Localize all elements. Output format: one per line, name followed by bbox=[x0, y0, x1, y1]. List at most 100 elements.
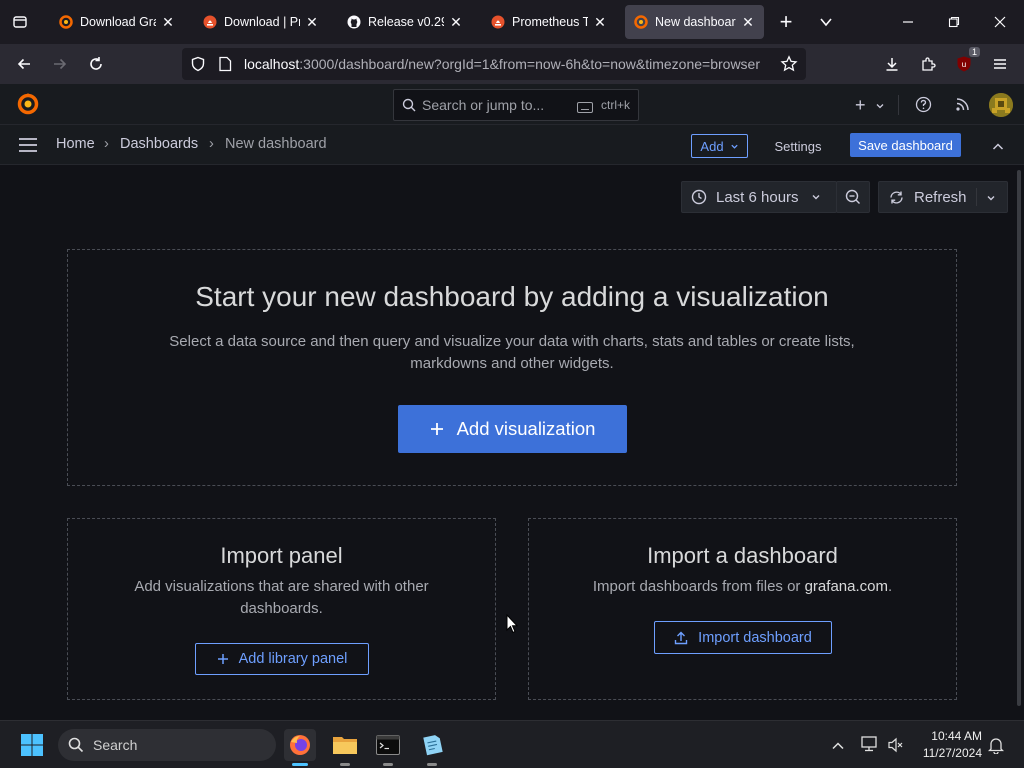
close-tab-icon[interactable]: ✕ bbox=[160, 14, 176, 31]
empty-dashboard-panel: Start your new dashboard by adding a vis… bbox=[67, 249, 957, 486]
notifications-bell-icon[interactable] bbox=[987, 736, 1005, 759]
file-explorer-icon[interactable] bbox=[329, 729, 361, 766]
chevron-up-icon[interactable] bbox=[992, 139, 1004, 157]
import-dashboard-button[interactable]: Import dashboard bbox=[654, 621, 832, 654]
refresh-label: Refresh bbox=[914, 188, 967, 206]
chevron-up-icon[interactable] bbox=[831, 738, 845, 756]
tab-title: Download Grafa bbox=[80, 15, 156, 29]
github-icon bbox=[346, 14, 362, 30]
add-dropdown-button[interactable]: Add bbox=[691, 134, 748, 158]
close-tab-icon[interactable]: ✕ bbox=[304, 14, 320, 31]
reload-icon[interactable] bbox=[82, 50, 110, 78]
hamburger-menu-icon[interactable] bbox=[986, 50, 1014, 78]
breadcrumb-dashboards[interactable]: Dashboards bbox=[120, 136, 198, 152]
browser-tab-download-prometheus[interactable]: Download | Pror ✕ bbox=[194, 5, 328, 39]
import-dashboard-title: Import a dashboard bbox=[647, 543, 838, 568]
browser-tab-download-grafana[interactable]: Download Grafa ✕ bbox=[50, 5, 184, 39]
new-tab-icon[interactable]: + bbox=[772, 8, 800, 36]
browser-tab-release[interactable]: Release v0.29.2 · ✕ bbox=[338, 5, 472, 39]
refresh-button[interactable]: Refresh bbox=[878, 181, 1008, 213]
search-input[interactable]: Search or jump to... ctrl+k bbox=[393, 89, 639, 121]
breadcrumb-current: New dashboard bbox=[225, 136, 327, 152]
new-plus-icon[interactable]: + bbox=[855, 95, 866, 116]
grafana-logo-icon[interactable] bbox=[16, 92, 40, 121]
search-shortcut: ctrl+k bbox=[600, 98, 630, 112]
url-bar[interactable]: localhost:3000/dashboard/new?orgId=1&fro… bbox=[182, 48, 806, 80]
zoom-out-button[interactable] bbox=[836, 181, 870, 213]
description-line: dashboards. bbox=[240, 600, 323, 617]
ublock-extension-icon[interactable]: u 1 bbox=[950, 47, 980, 78]
page-icon[interactable] bbox=[218, 56, 232, 75]
import-dashboard-card: Import a dashboard Import dashboards fro… bbox=[528, 518, 957, 700]
terminal-icon[interactable] bbox=[372, 729, 404, 766]
add-visualization-label: Add visualization bbox=[456, 418, 596, 439]
chevron-down-icon bbox=[730, 144, 738, 149]
upload-icon bbox=[674, 631, 688, 644]
extensions-icon[interactable] bbox=[914, 50, 942, 78]
extension-badge: 1 bbox=[968, 47, 980, 57]
browser-nav-bar: localhost:3000/dashboard/new?orgId=1&fro… bbox=[0, 44, 1024, 84]
firefox-taskbar-icon[interactable] bbox=[284, 729, 316, 766]
tab-title: Release v0.29.2 · bbox=[368, 15, 444, 29]
firefox-view-icon[interactable] bbox=[6, 8, 34, 36]
clock-date[interactable]: 11/27/2024 bbox=[912, 746, 982, 760]
notepad-icon[interactable] bbox=[416, 729, 448, 766]
help-icon[interactable] bbox=[915, 96, 932, 118]
tab-title: New dashboard bbox=[655, 15, 736, 29]
volume-muted-icon[interactable] bbox=[887, 737, 903, 758]
rss-news-icon[interactable] bbox=[955, 96, 971, 117]
running-indicator bbox=[292, 763, 308, 766]
keyboard-icon bbox=[577, 100, 593, 116]
time-range-picker[interactable]: Last 6 hours bbox=[681, 181, 837, 213]
taskbar-search-box[interactable]: Search bbox=[58, 729, 276, 761]
description-line: Add visualizations that are shared with … bbox=[134, 578, 429, 595]
add-library-panel-button[interactable]: Add library panel bbox=[195, 643, 369, 675]
browser-tab-bar: Download Grafa ✕ Download | Pror ✕ Relea… bbox=[0, 0, 1024, 44]
restore-window-icon[interactable] bbox=[940, 8, 968, 36]
tab-title: Prometheus Tin bbox=[512, 15, 588, 29]
back-arrow-icon[interactable] bbox=[10, 50, 38, 78]
import-panel-title: Import panel bbox=[220, 543, 343, 568]
windows-taskbar: Search 10:44 AM 11/27/2024 bbox=[0, 720, 1024, 768]
browser-tab-new-dashboard[interactable]: New dashboard ✕ bbox=[625, 5, 764, 39]
tab-title: Download | Pror bbox=[224, 15, 300, 29]
empty-state-title: Start your new dashboard by adding a vis… bbox=[195, 281, 829, 312]
windows-start-icon[interactable] bbox=[16, 729, 48, 761]
downloads-icon[interactable] bbox=[878, 50, 906, 78]
add-library-panel-label: Add library panel bbox=[238, 651, 348, 667]
prometheus-icon bbox=[490, 14, 506, 30]
shield-icon[interactable] bbox=[190, 56, 206, 75]
bookmark-star-icon[interactable] bbox=[780, 55, 798, 76]
list-all-tabs-icon[interactable] bbox=[812, 8, 840, 36]
breadcrumb-home[interactable]: Home bbox=[56, 136, 95, 152]
minimize-window-icon[interactable] bbox=[894, 8, 922, 36]
svg-text:u: u bbox=[962, 60, 966, 69]
menu-toggle-icon[interactable] bbox=[18, 137, 38, 158]
close-tab-icon[interactable]: ✕ bbox=[448, 14, 464, 31]
browser-tab-prometheus-tin[interactable]: Prometheus Tin ✕ bbox=[482, 5, 616, 39]
page-scrollbar[interactable] bbox=[1017, 170, 1021, 706]
chevron-down-icon[interactable] bbox=[875, 98, 885, 116]
running-indicator bbox=[427, 763, 437, 766]
chevron-down-icon[interactable] bbox=[986, 193, 996, 203]
close-window-icon[interactable] bbox=[986, 8, 1014, 36]
close-tab-icon[interactable]: ✕ bbox=[592, 14, 608, 31]
close-tab-icon[interactable]: ✕ bbox=[740, 14, 756, 31]
network-icon[interactable] bbox=[861, 736, 879, 757]
save-dashboard-button[interactable]: Save dashboard bbox=[850, 133, 961, 157]
add-visualization-button[interactable]: Add visualization bbox=[398, 405, 627, 453]
forward-arrow-icon[interactable] bbox=[46, 50, 74, 78]
clock-time[interactable]: 10:44 AM bbox=[918, 729, 982, 743]
grafana-icon bbox=[633, 14, 649, 30]
breadcrumb-separator-icon: › bbox=[209, 136, 214, 152]
url-text[interactable]: localhost:3000/dashboard/new?orgId=1&fro… bbox=[244, 56, 776, 72]
subtitle-line: markdowns and other widgets. bbox=[410, 355, 614, 372]
search-placeholder: Search or jump to... bbox=[422, 97, 545, 113]
settings-button[interactable]: Settings bbox=[764, 134, 832, 158]
breadcrumb-separator-icon: › bbox=[104, 136, 109, 152]
description-text: Import dashboards from files or bbox=[592, 578, 805, 595]
url-host: localhost bbox=[244, 56, 300, 72]
taskbar-search-label: Search bbox=[93, 737, 138, 753]
user-avatar[interactable] bbox=[989, 93, 1013, 117]
grafana-com-link[interactable]: grafana.com bbox=[805, 578, 888, 595]
